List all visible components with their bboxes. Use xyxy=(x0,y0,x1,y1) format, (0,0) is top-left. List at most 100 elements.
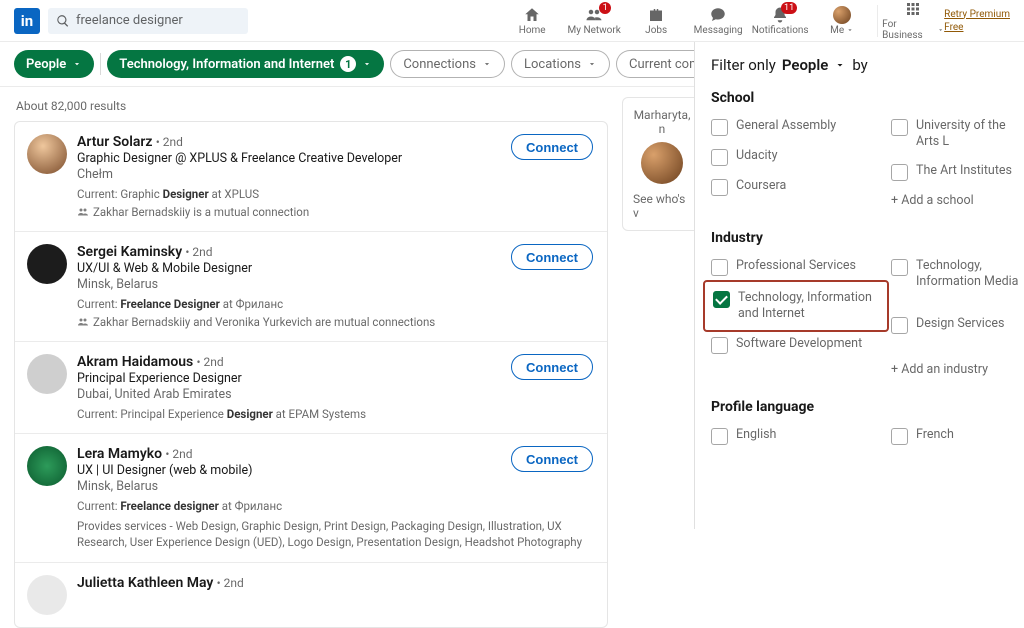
search-query: freelance designer xyxy=(76,13,183,28)
results-summary: About 82,000 results xyxy=(16,99,606,113)
connect-button[interactable]: Connect xyxy=(511,354,593,380)
premium-link[interactable]: Retry Premium Free xyxy=(944,8,1010,34)
result-degree: • 2nd xyxy=(156,135,183,149)
section-header: Profile language xyxy=(711,399,1024,415)
filter-industry-applied[interactable]: Technology, Information and Internet 1 xyxy=(107,50,384,78)
chevron-down-icon xyxy=(937,26,944,34)
checkbox-icon xyxy=(891,317,908,334)
result-name[interactable]: Akram Haidamous xyxy=(77,354,193,370)
section-header: School xyxy=(711,90,1024,106)
result-current: Current: Graphic Designer at XPLUS xyxy=(77,187,595,201)
result-degree: • 2nd xyxy=(165,447,192,461)
linkedin-logo[interactable]: in xyxy=(14,8,40,34)
sidebar-preview-card[interactable]: Marharyta, n See who's v xyxy=(622,97,702,231)
preview-text: See who's v xyxy=(633,192,691,220)
highlight-box: Technology, Information and Internet xyxy=(703,280,889,333)
checkbox-icon xyxy=(711,259,728,276)
result-name[interactable]: Sergei Kaminsky xyxy=(77,244,182,260)
nav-network[interactable]: 1 My Network xyxy=(563,0,625,41)
checkbox-option[interactable]: University of the Arts L xyxy=(891,118,1021,151)
result-row[interactable]: Julietta Kathleen May • 2nd xyxy=(15,563,607,627)
checkbox-icon xyxy=(711,179,728,196)
checkbox-icon xyxy=(891,428,908,445)
result-row[interactable]: Lera Mamyko • 2nd UX | UI Designer (web … xyxy=(15,434,607,563)
result-name[interactable]: Lera Mamyko xyxy=(77,446,162,462)
filter-section-language: Profile language English French xyxy=(711,399,1024,445)
filter-connections[interactable]: Connections xyxy=(390,50,505,78)
checkbox-option[interactable]: General Assembly xyxy=(711,118,881,136)
result-current: Current: Principal Experience Designer a… xyxy=(77,407,595,421)
filter-panel-scope[interactable]: People xyxy=(782,56,847,74)
filter-section-industry: Industry Professional Services Technolog… xyxy=(711,230,1024,378)
chevron-down-icon xyxy=(362,59,372,69)
nav-me[interactable]: Me xyxy=(811,0,873,41)
avatar[interactable] xyxy=(27,575,67,615)
result-name[interactable]: Julietta Kathleen May xyxy=(77,575,213,591)
top-nav: in freelance designer Home 1 My Network … xyxy=(0,0,1024,42)
connect-button[interactable]: Connect xyxy=(511,244,593,270)
avatar[interactable] xyxy=(27,134,67,174)
result-row[interactable]: Sergei Kaminsky • 2nd UX/UI & Web & Mobi… xyxy=(15,232,607,342)
checkbox-icon xyxy=(891,119,908,136)
checkbox-option[interactable]: Design Services xyxy=(891,316,1021,334)
checkbox-option[interactable]: English xyxy=(711,427,881,445)
result-row[interactable]: Akram Haidamous • 2nd Principal Experien… xyxy=(15,342,607,434)
chevron-down-icon xyxy=(834,59,846,71)
chevron-down-icon xyxy=(482,59,492,69)
filter-panel: Filter only People by School General Ass… xyxy=(694,42,1024,529)
result-degree: • 2nd xyxy=(197,355,224,369)
connect-button[interactable]: Connect xyxy=(511,446,593,472)
avatar[interactable] xyxy=(27,244,67,284)
checkbox-icon xyxy=(711,149,728,166)
nav-messaging[interactable]: Messaging xyxy=(687,0,749,41)
result-current: Current: Freelance Designer at Фриланс xyxy=(77,297,595,311)
avatar xyxy=(833,6,851,24)
result-degree: • 2nd xyxy=(217,576,244,590)
checkbox-icon xyxy=(711,337,728,354)
add-school[interactable]: + Add a school xyxy=(891,193,1021,208)
search-input[interactable]: freelance designer xyxy=(48,8,248,34)
nav-home[interactable]: Home xyxy=(501,0,563,41)
avatar xyxy=(641,142,683,184)
add-industry[interactable]: + Add an industry xyxy=(891,362,1021,377)
result-location: Dubai, United Arab Emirates xyxy=(77,387,595,402)
nav-jobs[interactable]: Jobs xyxy=(625,0,687,41)
filter-panel-by: by xyxy=(852,56,867,74)
search-icon xyxy=(56,14,70,28)
result-mutual: Zakhar Bernadskiiy and Veronika Yurkevic… xyxy=(77,315,595,329)
result-location: Chełm xyxy=(77,167,595,182)
result-location: Minsk, Belarus xyxy=(77,479,595,494)
filter-people[interactable]: People xyxy=(14,50,94,78)
checkbox-option[interactable]: French xyxy=(891,427,1021,445)
preview-title: Marharyta, n xyxy=(633,108,691,136)
checkbox-option[interactable]: Professional Services xyxy=(711,258,881,276)
filter-locations[interactable]: Locations xyxy=(511,50,610,78)
connect-button[interactable]: Connect xyxy=(511,134,593,160)
checkbox-option[interactable]: Technology, Information Media xyxy=(891,258,1021,291)
avatar[interactable] xyxy=(27,446,67,486)
checkbox-option[interactable]: Udacity xyxy=(711,148,881,166)
message-icon xyxy=(709,6,727,24)
result-mutual: Zakhar Bernadskiiy is a mutual connectio… xyxy=(77,205,595,219)
result-degree: • 2nd xyxy=(185,245,212,259)
section-header: Industry xyxy=(711,230,1024,246)
chevron-down-icon xyxy=(846,26,854,34)
nav-notif-badge: 11 xyxy=(781,2,797,14)
home-icon xyxy=(523,6,541,24)
avatar[interactable] xyxy=(27,354,67,394)
result-services: Provides services - Web Design, Graphic … xyxy=(77,519,595,550)
checkbox-option[interactable]: Coursera xyxy=(711,178,881,196)
result-current: Current: Freelance designer at Фриланс xyxy=(77,499,595,513)
checkbox-option[interactable]: Software Development xyxy=(711,336,881,354)
checkbox-option[interactable]: Technology, Information and Internet xyxy=(713,290,879,323)
filter-section-school: School General Assembly Udacity Coursera… xyxy=(711,90,1024,208)
chevron-down-icon xyxy=(587,59,597,69)
nav-notifications[interactable]: 11 Notifications xyxy=(749,0,811,41)
nav-business[interactable]: For Business xyxy=(882,0,944,41)
checkbox-icon xyxy=(891,259,908,276)
result-name[interactable]: Artur Solarz xyxy=(77,134,153,150)
people-icon xyxy=(77,206,89,218)
grid-icon xyxy=(904,0,922,18)
result-row[interactable]: Artur Solarz • 2nd Graphic Designer @ XP… xyxy=(15,122,607,232)
checkbox-option[interactable]: The Art Institutes xyxy=(891,163,1021,181)
